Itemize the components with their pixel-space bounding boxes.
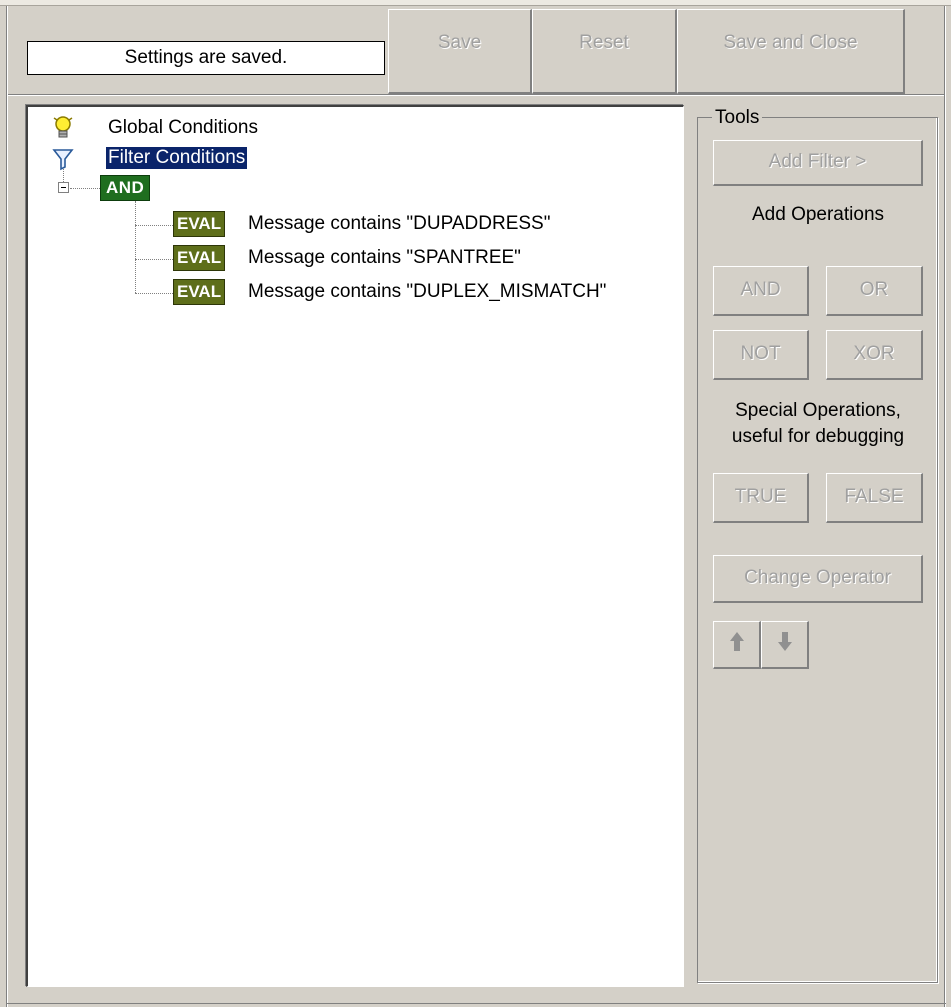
- change-operator-button[interactable]: Change Operator: [713, 555, 923, 603]
- condition-tree[interactable]: Global Conditions Filter Conditions AND …: [26, 105, 684, 987]
- add-operations-label: Add Operations: [751, 204, 885, 225]
- eval-text: Message contains "DUPADDRESS": [248, 213, 551, 234]
- tree-line: [135, 225, 173, 226]
- eval-badge: EVAL: [173, 279, 226, 305]
- filter-conditions-label: Filter Conditions: [104, 146, 249, 170]
- tree-line: [70, 188, 100, 189]
- not-button[interactable]: NOT: [713, 330, 809, 380]
- special-operations-label-line2: useful for debugging: [731, 426, 905, 447]
- move-down-button[interactable]: [761, 621, 809, 669]
- move-up-button[interactable]: [713, 621, 761, 669]
- window-left-edge: [6, 6, 8, 1007]
- global-conditions-label: Global Conditions: [108, 117, 258, 138]
- funnel-icon: [52, 149, 74, 171]
- and-operator-node[interactable]: AND: [100, 175, 151, 201]
- tree-line: [63, 169, 64, 182]
- add-filter-button[interactable]: Add Filter >: [713, 140, 923, 186]
- eval-text: Message contains "SPANTREE": [248, 247, 521, 268]
- toolbar-separator: [8, 94, 944, 96]
- tools-group: [697, 117, 938, 983]
- save-and-close-button[interactable]: Save and Close: [677, 9, 905, 94]
- window-right-edge: [944, 6, 946, 1007]
- window-bottom-edge: [6, 1003, 946, 1007]
- eval-badge: EVAL: [173, 245, 226, 271]
- eval-text: Message contains "DUPLEX_MISMATCH": [248, 281, 607, 302]
- collapse-icon[interactable]: [58, 182, 69, 193]
- tools-group-title: Tools: [712, 107, 763, 129]
- lightbulb-icon: [53, 116, 73, 138]
- xor-button[interactable]: XOR: [826, 330, 923, 380]
- tree-line: [135, 293, 173, 294]
- or-button[interactable]: OR: [826, 266, 923, 316]
- tree-line: [135, 201, 136, 293]
- tree-line: [135, 259, 173, 260]
- status-message: Settings are saved.: [27, 41, 385, 75]
- save-button[interactable]: Save: [388, 9, 532, 94]
- eval-badge: EVAL: [173, 211, 226, 237]
- arrow-down-icon: [777, 632, 792, 652]
- window-top-edge: [0, 0, 951, 6]
- false-button[interactable]: FALSE: [826, 473, 923, 523]
- reset-button[interactable]: Reset: [532, 9, 677, 94]
- true-button[interactable]: TRUE: [713, 473, 809, 523]
- arrow-up-icon: [729, 632, 744, 652]
- special-operations-label-line1: Special Operations,: [735, 400, 901, 421]
- and-button[interactable]: AND: [713, 266, 809, 316]
